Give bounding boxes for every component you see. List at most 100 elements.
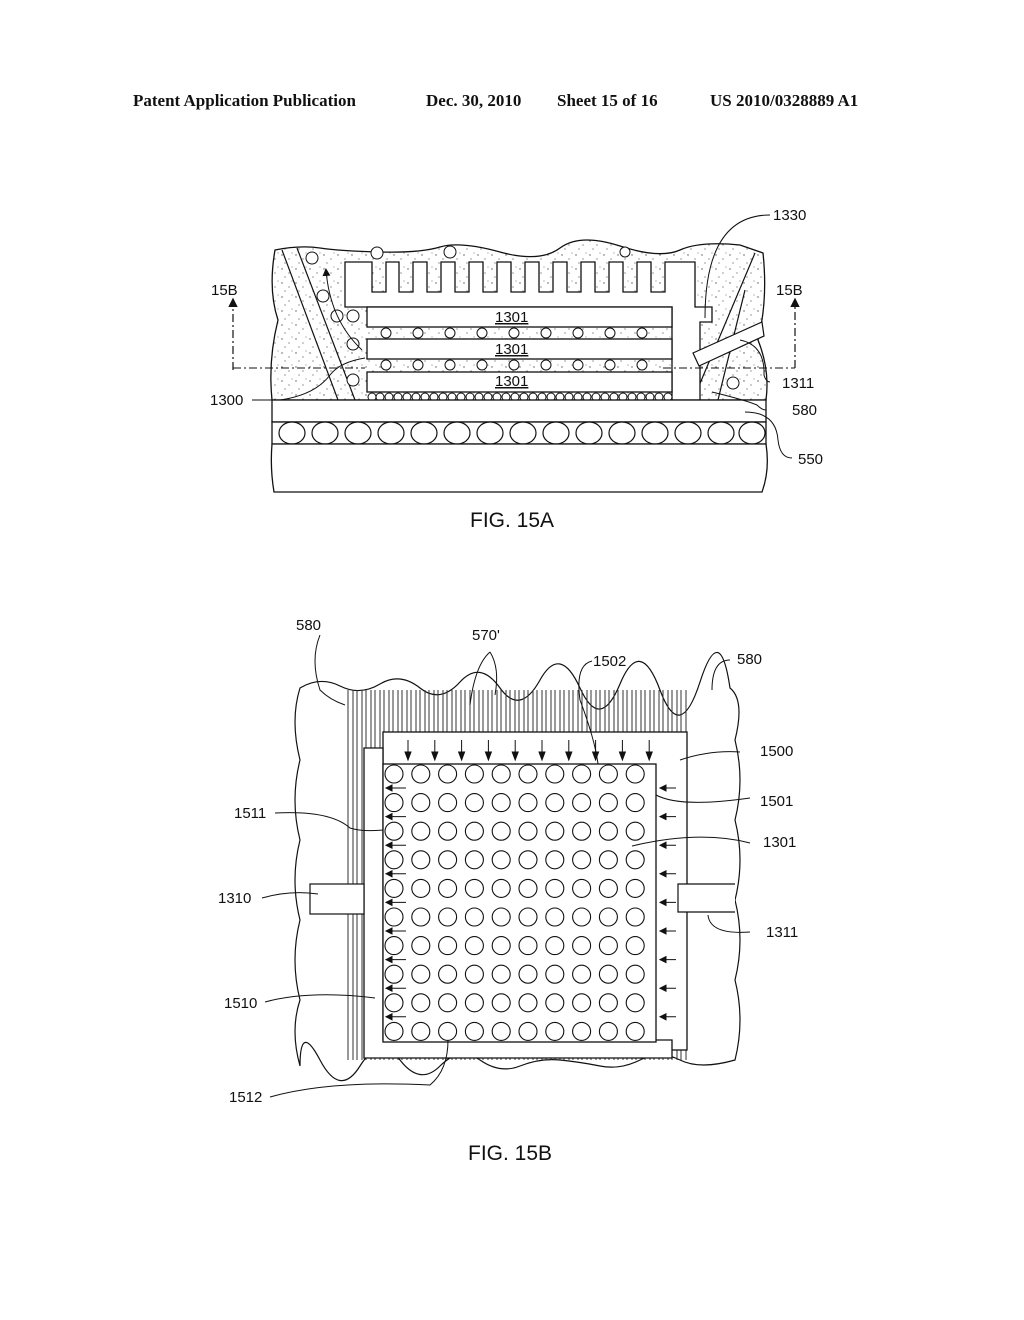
bump — [438, 764, 458, 784]
bump — [572, 850, 592, 870]
bump — [625, 936, 645, 956]
bump — [464, 907, 484, 927]
bump — [464, 850, 484, 870]
bump — [598, 907, 618, 927]
bump — [518, 821, 538, 841]
bump — [572, 821, 592, 841]
bump — [491, 993, 511, 1013]
ref-580-a: 580 — [792, 402, 817, 419]
bump — [572, 878, 592, 898]
bump — [572, 907, 592, 927]
bump — [598, 1021, 618, 1041]
bump — [491, 878, 511, 898]
bump — [411, 850, 431, 870]
section-label-left: 15B — [211, 282, 238, 299]
bump — [598, 993, 618, 1013]
die-label-1: 1301 — [495, 309, 528, 326]
bump — [625, 993, 645, 1013]
bump — [625, 1021, 645, 1041]
bump — [491, 907, 511, 927]
bump — [598, 821, 618, 841]
bump — [598, 850, 618, 870]
bump — [518, 850, 538, 870]
bump — [438, 993, 458, 1013]
bump — [491, 850, 511, 870]
bump — [518, 936, 538, 956]
bump — [411, 964, 431, 984]
bump — [384, 764, 404, 784]
bump — [384, 850, 404, 870]
bump — [518, 878, 538, 898]
bump — [438, 850, 458, 870]
bump — [625, 964, 645, 984]
bump — [545, 878, 565, 898]
bump — [545, 1021, 565, 1041]
bump — [598, 878, 618, 898]
bump — [438, 821, 458, 841]
ref-1511: 1511 — [234, 805, 266, 822]
bump — [545, 964, 565, 984]
bump — [411, 878, 431, 898]
bump — [438, 964, 458, 984]
bump — [384, 964, 404, 984]
bump — [625, 878, 645, 898]
bump — [491, 936, 511, 956]
bump — [464, 764, 484, 784]
bump — [598, 964, 618, 984]
bump — [411, 793, 431, 813]
ref-1501: 1501 — [760, 793, 793, 810]
bump — [545, 793, 565, 813]
substrate-580 — [271, 399, 767, 423]
bump — [518, 793, 538, 813]
ref-1311-b: 1311 — [766, 924, 798, 941]
bump — [411, 1021, 431, 1041]
bump — [411, 936, 431, 956]
bump — [464, 964, 484, 984]
bump — [572, 793, 592, 813]
caption-fig-15a: FIG. 15A — [470, 509, 554, 532]
bump — [625, 907, 645, 927]
bump — [438, 793, 458, 813]
ref-1510: 1510 — [224, 995, 257, 1012]
bump — [464, 793, 484, 813]
bump — [491, 821, 511, 841]
bump — [518, 964, 538, 984]
caption-fig-15b: FIG. 15B — [468, 1142, 552, 1165]
bump — [572, 964, 592, 984]
bump — [545, 821, 565, 841]
fig-15a: 1301 1301 1301 15B 15B 1300 1330 1311 58… — [210, 207, 823, 532]
ref-570: 570' — [472, 627, 500, 644]
bump — [411, 907, 431, 927]
bump — [464, 878, 484, 898]
bump — [491, 964, 511, 984]
bump — [518, 993, 538, 1013]
section-label-right: 15B — [776, 282, 803, 299]
die-label-2: 1301 — [495, 341, 528, 358]
ref-580-right: 580 — [737, 651, 762, 668]
bump — [518, 1021, 538, 1041]
bump — [625, 793, 645, 813]
ref-1311-a: 1311 — [782, 375, 814, 392]
bump — [598, 793, 618, 813]
ref-580-left: 580 — [296, 617, 321, 634]
bump — [545, 993, 565, 1013]
bump — [438, 907, 458, 927]
port-1310 — [309, 883, 365, 915]
bump — [625, 850, 645, 870]
bump — [464, 1021, 484, 1041]
fig-15b: 580 570' 1502 580 1500 1501 1301 1511 13… — [218, 617, 798, 1165]
ref-1300: 1300 — [210, 392, 243, 409]
bump — [464, 821, 484, 841]
ref-1502: 1502 — [593, 653, 626, 670]
bump — [438, 1021, 458, 1041]
ref-550: 550 — [798, 451, 823, 468]
bump — [384, 793, 404, 813]
bump — [518, 764, 538, 784]
bump — [572, 936, 592, 956]
bump — [545, 764, 565, 784]
ref-1301: 1301 — [763, 834, 796, 851]
bump — [598, 936, 618, 956]
bump — [572, 993, 592, 1013]
bump — [545, 907, 565, 927]
bump — [438, 878, 458, 898]
